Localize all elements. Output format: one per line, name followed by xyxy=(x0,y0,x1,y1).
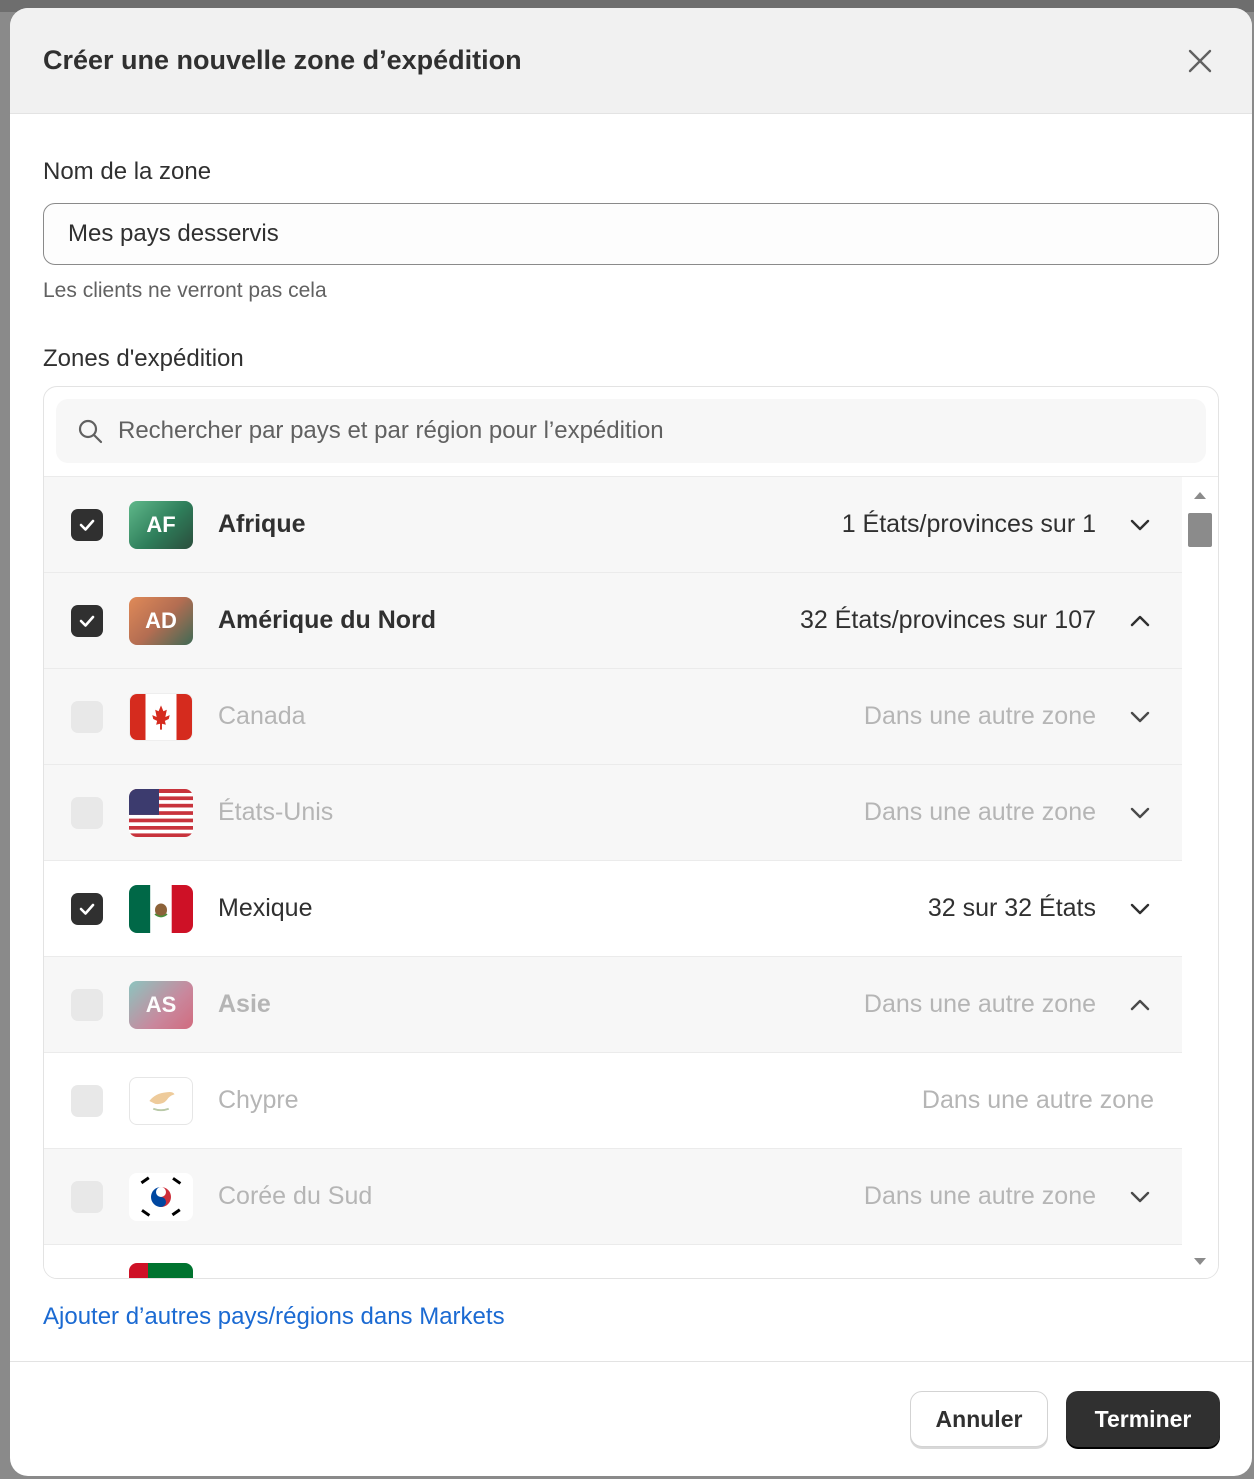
zone-row-chypre[interactable]: Chypre Dans une autre zone xyxy=(44,1053,1184,1149)
chevron-up-icon[interactable] xyxy=(1126,607,1154,635)
zone-count: 32 sur 32 États xyxy=(927,894,1096,922)
close-button[interactable] xyxy=(1178,39,1222,83)
scroll-down-arrow-icon[interactable] xyxy=(1192,1256,1208,1268)
zone-count: Dans une autre zone xyxy=(863,990,1096,1018)
zone-count: Dans une autre zone xyxy=(863,702,1096,730)
modal-footer: Annuler Terminer xyxy=(10,1361,1252,1476)
zone-count: Dans une autre zone xyxy=(863,798,1096,826)
chevron-down-icon[interactable] xyxy=(1126,511,1154,539)
search-wrap: Rechercher par pays et par région pour l… xyxy=(44,387,1218,477)
cyprus-flag-icon xyxy=(129,1076,193,1125)
zone-name: Asie xyxy=(218,990,271,1018)
zone-name: Canada xyxy=(218,702,306,730)
zone-name-help-text: Les clients ne verront pas cela xyxy=(43,279,327,302)
cancel-button[interactable]: Annuler xyxy=(910,1391,1048,1447)
close-icon xyxy=(1188,49,1212,72)
checkbox-checked[interactable] xyxy=(71,892,103,925)
checkbox-disabled xyxy=(71,700,103,733)
modal-header: Créer une nouvelle zone d’expédition xyxy=(10,8,1252,114)
search-icon xyxy=(76,417,104,445)
checkbox-disabled xyxy=(71,796,103,829)
usa-flag-icon xyxy=(129,788,193,837)
done-button[interactable]: Terminer xyxy=(1066,1391,1220,1447)
zones-selector: Rechercher par pays et par région pour l… xyxy=(43,386,1219,1279)
zone-name: États-Unis xyxy=(218,798,334,826)
zone-name: Corée du Sud xyxy=(218,1182,373,1210)
zone-count: 32 États/provinces sur 107 xyxy=(800,606,1096,634)
zone-row-asie[interactable]: AS Asie Dans une autre zone xyxy=(44,957,1184,1053)
region-badge-af: AF xyxy=(129,500,193,549)
checkmark-icon xyxy=(79,615,95,627)
zone-row-etats-unis[interactable]: États-Unis Dans une autre zone xyxy=(44,765,1184,861)
add-countries-link[interactable]: Ajouter d’autres pays/régions dans Marke… xyxy=(43,1303,505,1331)
search-input[interactable]: Rechercher par pays et par région pour l… xyxy=(56,399,1206,463)
canada-flag-icon xyxy=(129,692,193,741)
zone-name: Mexique xyxy=(218,894,313,922)
zone-name: Chypre xyxy=(218,1086,299,1114)
checkbox-disabled xyxy=(71,1180,103,1213)
chevron-down-icon[interactable] xyxy=(1126,895,1154,923)
modal-title: Créer une nouvelle zone d’expédition xyxy=(43,45,522,75)
checkmark-icon xyxy=(79,519,95,531)
chevron-up-icon[interactable] xyxy=(1126,991,1154,1019)
zone-row-partial[interactable] xyxy=(44,1245,1184,1278)
partial-flag-icon xyxy=(129,1263,193,1278)
shipping-zones-label: Zones d'expédition xyxy=(43,345,244,372)
checkbox-disabled xyxy=(71,1084,103,1117)
south-korea-flag-icon xyxy=(129,1172,193,1221)
scroll-thumb[interactable] xyxy=(1188,513,1212,547)
chevron-down-icon[interactable] xyxy=(1126,703,1154,731)
checkbox-disabled xyxy=(71,988,103,1021)
checkmark-icon xyxy=(79,903,95,915)
search-placeholder: Rechercher par pays et par région pour l… xyxy=(118,417,664,444)
shipping-zone-modal: Créer une nouvelle zone d’expédition Nom… xyxy=(10,8,1252,1476)
checkbox-checked[interactable] xyxy=(71,508,103,541)
mexico-flag-icon xyxy=(129,884,193,933)
chevron-down-icon[interactable] xyxy=(1126,1183,1154,1211)
zone-row-canada[interactable]: Canada Dans une autre zone xyxy=(44,669,1184,765)
zone-name-label: Nom de la zone xyxy=(43,158,212,185)
zone-name: Afrique xyxy=(218,510,306,538)
zones-list: AF Afrique 1 États/provinces sur 1 AD Am… xyxy=(44,477,1184,1278)
modal-body: Nom de la zone Mes pays desservis Les cl… xyxy=(10,158,1252,1331)
zone-count: 1 États/provinces sur 1 xyxy=(841,510,1096,538)
zone-count: Dans une autre zone xyxy=(921,1086,1154,1114)
region-badge-ad: AD xyxy=(129,596,193,645)
zone-name-input[interactable]: Mes pays desservis xyxy=(43,203,1219,265)
zone-row-mexique[interactable]: Mexique 32 sur 32 États xyxy=(44,861,1184,957)
zone-row-coree-du-sud[interactable]: Corée du Sud Dans une autre zone xyxy=(44,1149,1184,1245)
zone-count: Dans une autre zone xyxy=(863,1182,1096,1210)
zone-row-amerique-du-nord[interactable]: AD Amérique du Nord 32 États/provinces s… xyxy=(44,573,1184,669)
region-badge-as: AS xyxy=(129,980,193,1029)
zone-name: Amérique du Nord xyxy=(218,606,437,634)
chevron-down-icon[interactable] xyxy=(1126,799,1154,827)
list-scrollbar[interactable] xyxy=(1182,477,1218,1278)
checkbox-checked[interactable] xyxy=(71,604,103,637)
scroll-up-arrow-icon[interactable] xyxy=(1192,489,1208,501)
zone-row-afrique[interactable]: AF Afrique 1 États/provinces sur 1 xyxy=(44,477,1184,573)
